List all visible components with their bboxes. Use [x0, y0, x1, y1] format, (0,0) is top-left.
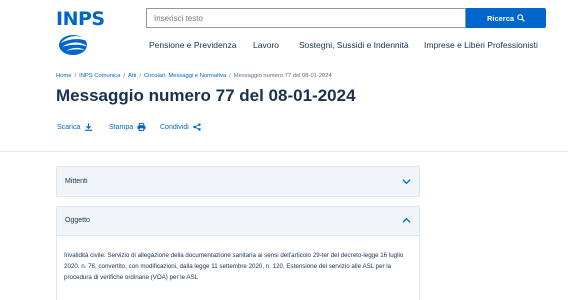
- share-icon: [193, 123, 201, 131]
- search-input[interactable]: [146, 8, 466, 28]
- breadcrumb-item[interactable]: Circolari, Messaggi e Normativa: [144, 73, 226, 79]
- page-title: Messaggio numero 77 del 08-01-2024: [56, 86, 356, 105]
- download-label: Scarica: [57, 123, 81, 131]
- breadcrumb-separator: /: [139, 73, 141, 79]
- breadcrumb-item[interactable]: Atti: [128, 73, 136, 79]
- oggetto-text: Invalidità civile. Servizio di allegazio…: [64, 252, 404, 281]
- download-icon: [85, 123, 93, 131]
- breadcrumb-separator: /: [123, 73, 125, 79]
- search-button-label: Ricerca: [486, 13, 515, 23]
- download-button[interactable]: Scarica: [57, 123, 93, 131]
- logo-mark-icon: [59, 35, 89, 55]
- nav-item-imprese[interactable]: Imprese e Liberi Professionisti: [424, 40, 538, 54]
- accordion-oggetto[interactable]: Oggetto: [56, 206, 420, 236]
- inps-logo[interactable]: INPS: [56, 8, 106, 60]
- share-button[interactable]: Condividi: [160, 123, 201, 131]
- breadcrumb-item[interactable]: INPS Comunica: [79, 73, 120, 79]
- breadcrumb: Home / INPS Comunica / Atti / Circolari, Messa…: [56, 73, 332, 79]
- breadcrumb-item[interactable]: Home: [56, 73, 71, 79]
- search-button[interactable]: Ricerca: [466, 8, 546, 28]
- accordion-mittenti-label: Mittenti: [65, 178, 88, 185]
- breadcrumb-separator: /: [74, 73, 77, 79]
- accordion-mittenti[interactable]: Mittenti: [56, 166, 420, 197]
- chevron-up-icon: [402, 217, 411, 223]
- share-label: Condividi: [160, 123, 189, 131]
- section-divider: [0, 151, 568, 152]
- logo-text: INPS: [56, 8, 105, 30]
- print-label: Stampa: [109, 123, 134, 131]
- accordion-oggetto-label: Oggetto: [65, 217, 90, 224]
- page: INPS Ricerca Pensione e Previdenza Lavor…: [0, 0, 568, 300]
- breadcrumb-separator: /: [229, 73, 231, 79]
- breadcrumb-current: Messaggio numero 77 del 08-01-2024: [233, 73, 332, 79]
- nav-item-lavoro[interactable]: Lavoro: [253, 40, 279, 54]
- chevron-down-icon: [402, 179, 411, 185]
- print-button[interactable]: Stampa: [109, 123, 146, 131]
- search-icon: [517, 14, 525, 22]
- nav-item-sostegni[interactable]: Sostegni, Sussidi e Indennità: [299, 40, 409, 54]
- print-icon: [137, 123, 146, 131]
- nav-item-pensione[interactable]: Pensione e Previdenza: [149, 40, 236, 54]
